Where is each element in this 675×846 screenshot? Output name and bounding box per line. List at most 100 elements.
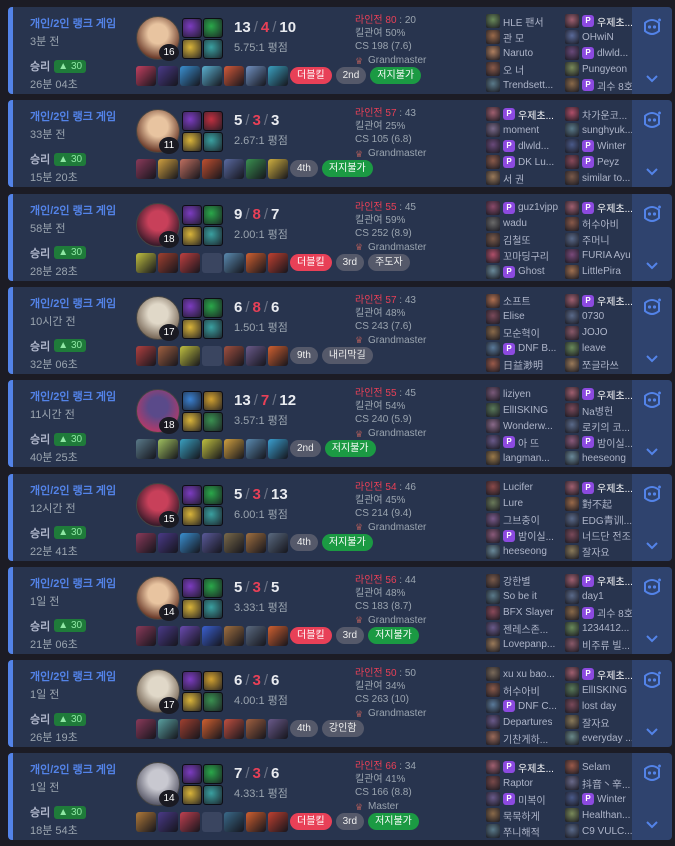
participant[interactable]: 서 권 (486, 170, 559, 186)
participant-name[interactable]: Selam (582, 762, 610, 773)
rune-primary-icon[interactable] (182, 225, 202, 246)
spell-2-icon[interactable] (203, 391, 223, 412)
participant-name[interactable]: 소프트 (503, 293, 531, 308)
participant-name[interactable]: C9 VULC... (582, 826, 633, 837)
participant-name[interactable]: So be it (503, 591, 537, 602)
expand-chevron-down-icon[interactable] (632, 64, 672, 94)
spell-2-icon[interactable] (203, 18, 223, 38)
participant[interactable]: 잘자요 (565, 714, 638, 730)
participant-name[interactable]: DNF B... (518, 343, 556, 354)
participant-name[interactable]: 주머니 (582, 232, 610, 247)
participant-name[interactable]: 잘자요 (582, 544, 610, 559)
detail-icon[interactable] (639, 761, 665, 787)
item-icon[interactable] (180, 159, 200, 180)
participant-name[interactable]: 비주류 빌... (582, 637, 630, 652)
item-icon[interactable] (158, 345, 178, 366)
item-icon[interactable] (136, 532, 156, 553)
participant-name[interactable]: 0730 (582, 311, 604, 322)
expand-chevron-down-icon[interactable] (632, 251, 672, 281)
participant[interactable]: P Winter (565, 138, 638, 154)
participant[interactable]: C9 VULC... (565, 823, 638, 839)
participant-name[interactable]: 우제초... (597, 293, 633, 308)
rune-secondary-icon[interactable] (203, 225, 223, 246)
participant[interactable]: BFX Slayer (486, 605, 559, 621)
participant-name[interactable]: Lure (503, 498, 523, 509)
participant-name[interactable]: xu xu bao... (503, 669, 555, 680)
participant[interactable]: P 우제초... (565, 480, 638, 496)
rune-secondary-icon[interactable] (203, 505, 223, 526)
item-icon[interactable] (180, 66, 200, 86)
spell-1-icon[interactable] (182, 484, 202, 505)
item-icon[interactable] (158, 252, 178, 273)
item-icon[interactable] (158, 532, 178, 553)
participant[interactable]: 차가운코... (565, 106, 638, 122)
participant[interactable]: P 우제초... (565, 573, 638, 589)
spell-2-icon[interactable] (203, 111, 223, 132)
rune-secondary-icon[interactable] (203, 132, 223, 153)
expand-chevron-down-icon[interactable] (632, 157, 672, 187)
participant[interactable]: lost day (565, 698, 638, 714)
participant[interactable]: P 우제초... (565, 200, 638, 216)
participant[interactable]: moment (486, 122, 559, 138)
participant-name[interactable]: 잘자요 (582, 715, 610, 730)
spell-2-icon[interactable] (203, 484, 223, 505)
item-icon[interactable] (158, 719, 178, 740)
expand-chevron-down-icon[interactable] (632, 717, 672, 747)
participant-name[interactable]: Na병헌 (582, 403, 613, 418)
participant[interactable]: 소프트 (486, 293, 559, 309)
participant[interactable]: P 밤이실... (565, 434, 638, 450)
participant-name[interactable]: similar to... (582, 173, 630, 184)
expand-chevron-down-icon[interactable] (632, 810, 672, 840)
item-icon[interactable] (158, 439, 178, 460)
detail-icon[interactable] (639, 668, 665, 694)
spell-1-icon[interactable] (182, 577, 202, 598)
spell-1-icon[interactable] (182, 18, 202, 38)
participant-name[interactable]: 쭈니해적 (503, 824, 540, 839)
participant-name[interactable]: liziyen (503, 389, 531, 400)
participant-name[interactable]: Wonderw... (503, 421, 553, 432)
participant[interactable]: Pungyeon (565, 61, 638, 77)
participant[interactable]: 쭈니해적 (486, 823, 559, 839)
participant[interactable]: langman... (486, 450, 559, 466)
participant[interactable]: 관 모 (486, 29, 559, 45)
participant-name[interactable]: EllISKING (503, 405, 548, 416)
participant[interactable]: heeseong (486, 544, 559, 560)
rune-secondary-icon[interactable] (203, 39, 223, 59)
spell-1-icon[interactable] (182, 764, 202, 785)
expand-chevron-down-icon[interactable] (632, 344, 672, 374)
item-icon[interactable] (136, 159, 156, 180)
participant-name[interactable]: 우제초... (597, 573, 633, 588)
participant-name[interactable]: Healthan... (582, 810, 630, 821)
spell-2-icon[interactable] (203, 577, 223, 598)
item-icon[interactable] (158, 625, 178, 646)
participant-name[interactable]: 김철또 (503, 232, 531, 247)
participant-name[interactable]: 밤이실... (597, 435, 633, 450)
participant[interactable]: 묵묵하게 (486, 807, 559, 823)
participant[interactable]: Na병헌 (565, 402, 638, 418)
ward-item-icon[interactable] (268, 532, 288, 553)
participant-name[interactable]: Naruto (503, 48, 533, 59)
participant-name[interactable]: 허수아비 (503, 683, 540, 698)
item-icon[interactable] (202, 719, 222, 740)
detail-icon[interactable] (639, 15, 665, 41)
participant-name[interactable]: 서 권 (503, 171, 524, 186)
participant[interactable]: 그브충이 (486, 512, 559, 528)
item-icon[interactable] (224, 345, 244, 366)
participant[interactable]: everyday ... (565, 730, 638, 746)
participant-name[interactable]: heeseong (582, 453, 626, 464)
item-icon[interactable] (202, 439, 222, 460)
detail-icon[interactable] (639, 108, 665, 134)
participant[interactable]: Healthan... (565, 807, 638, 823)
rune-primary-icon[interactable] (182, 692, 202, 713)
rune-primary-icon[interactable] (182, 39, 202, 59)
participant[interactable]: So be it (486, 589, 559, 605)
participant[interactable]: Naruto (486, 45, 559, 61)
participant[interactable]: Lovepanp... (486, 637, 559, 653)
participant-name[interactable]: dlwld... (518, 141, 549, 152)
ward-item-icon[interactable] (268, 812, 288, 833)
participant-name[interactable]: 抖音丶辛... (582, 776, 630, 791)
item-icon[interactable] (180, 345, 200, 366)
participant[interactable]: 日益渺明 (486, 357, 559, 373)
spell-2-icon[interactable] (203, 671, 223, 692)
participant-name[interactable]: DK Lu... (518, 157, 554, 168)
